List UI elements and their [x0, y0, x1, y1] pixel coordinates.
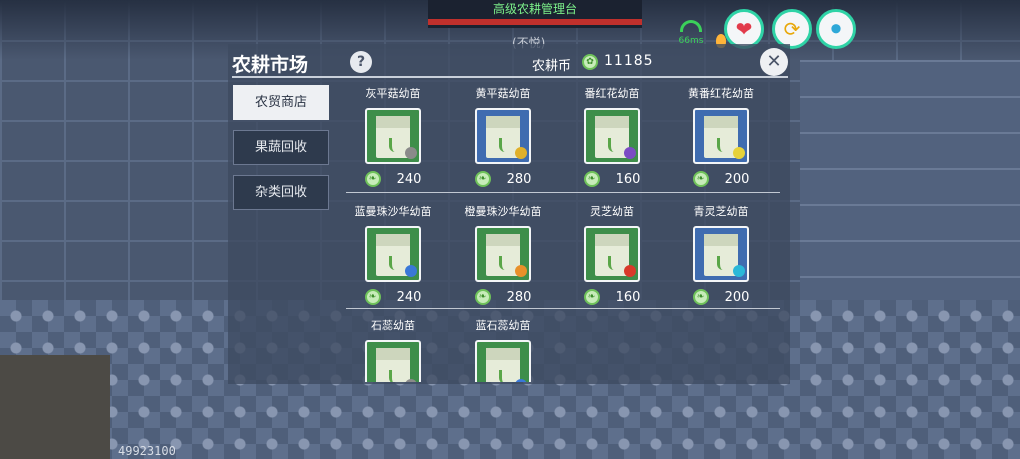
shop-item[interactable]: 灵芝幼苗 ❧ 160 [557, 204, 667, 306]
plant-badge-icon [405, 265, 417, 277]
seed-packet-icon[interactable] [365, 340, 421, 382]
shop-item[interactable]: 番红花幼苗 ❧ 160 [557, 86, 667, 188]
item-price: 160 [615, 289, 641, 305]
shop-item[interactable]: 石蕊幼苗 [338, 318, 448, 382]
sprout-icon [389, 256, 397, 270]
shop-item[interactable]: 灰平菇幼苗 ❧ 240 [338, 86, 448, 188]
panel-title: 农耕市场 [232, 54, 309, 76]
sprout-icon [608, 138, 616, 152]
item-name: 石蕊幼苗 [371, 319, 415, 332]
shop-item[interactable]: 青灵芝幼苗 ❧ 200 [666, 204, 776, 306]
shop-item[interactable]: 蓝石蕊幼苗 [448, 318, 558, 382]
item-name: 青灵芝幼苗 [693, 205, 749, 218]
background-block [0, 355, 110, 459]
plant-badge-icon [515, 265, 527, 277]
plant-badge-icon [405, 379, 417, 382]
price-row: ❧ 240 [338, 170, 448, 188]
seed-packet-icon[interactable] [475, 108, 531, 164]
seed-packet-icon[interactable] [693, 226, 749, 282]
debug-id-text: 49923100 [118, 444, 176, 458]
item-name: 橙曼珠沙华幼苗 [464, 205, 542, 218]
tab-misc-recycle[interactable]: 杂类回收 [233, 175, 329, 210]
sprout-icon [389, 138, 397, 152]
plant-badge-icon [405, 147, 417, 159]
coin-icon: ❧ [474, 289, 491, 305]
plant-badge-icon [624, 265, 636, 277]
sprout-icon [499, 138, 507, 152]
help-button[interactable]: ? [350, 51, 372, 73]
seed-packet-icon[interactable] [584, 108, 640, 164]
item-price: 280 [506, 171, 532, 187]
sprout-icon [499, 256, 507, 270]
coin-icon: ❧ [692, 171, 709, 187]
seed-packet-icon[interactable] [693, 108, 749, 164]
target-health-bar [428, 19, 642, 25]
row-divider [346, 308, 780, 309]
plant-badge-icon [515, 379, 527, 382]
item-name: 蓝曼珠沙华幼苗 [354, 205, 432, 218]
coin-icon: ❧ [474, 171, 491, 187]
thirst-drop-icon[interactable]: ⚫ [816, 9, 856, 49]
price-row: ❧ 160 [557, 170, 667, 188]
price-row: ❧ 200 [666, 170, 776, 188]
plant-badge-icon [733, 147, 745, 159]
sprout-icon [717, 138, 725, 152]
plant-badge-icon [733, 265, 745, 277]
item-price: 200 [724, 171, 750, 187]
shop-item[interactable]: 蓝曼珠沙华幼苗 ❧ 240 [338, 204, 448, 306]
sprout-icon [717, 256, 725, 270]
item-price: 160 [615, 171, 641, 187]
price-row: ❧ 280 [448, 170, 558, 188]
packet-shape [376, 348, 410, 382]
item-price: 240 [396, 289, 422, 305]
seed-packet-icon[interactable] [365, 226, 421, 282]
coin-icon: ❧ [692, 289, 709, 305]
price-row: ❧ 200 [666, 288, 776, 306]
seed-packet-icon[interactable] [584, 226, 640, 282]
shop-item[interactable]: 橙曼珠沙华幼苗 ❧ 280 [448, 204, 558, 306]
item-name: 黄平菇幼苗 [475, 87, 531, 100]
item-name: 蓝石蕊幼苗 [475, 319, 531, 332]
price-row: ❧ 280 [448, 288, 558, 306]
tab-farm-shop[interactable]: 农贸商店 [233, 85, 329, 120]
coin-balance: 11185 [604, 53, 654, 69]
item-price: 200 [724, 289, 750, 305]
seed-packet-icon[interactable] [365, 108, 421, 164]
item-name: 灰平菇幼苗 [365, 87, 421, 100]
price-row: ❧ 240 [338, 288, 448, 306]
item-price: 280 [506, 289, 532, 305]
coin-label: 农耕币 [532, 59, 572, 74]
plant-badge-icon [624, 147, 636, 159]
packet-shape [486, 348, 520, 382]
coin-icon: ✿ [582, 54, 598, 70]
item-grid: 灰平菇幼苗 ❧ 240 黄平菇幼苗 ❧ 280 番红花幼苗 ❧ 160 黄番红花幼苗 ❧ 200 蓝曼珠… [338, 84, 788, 382]
close-button[interactable]: ✕ [760, 48, 788, 76]
target-info-bar: 高级农耕管理台 [428, 0, 642, 28]
tab-produce-recycle[interactable]: 果蔬回收 [233, 130, 329, 165]
seed-packet-icon[interactable] [475, 340, 531, 382]
sprout-icon [608, 256, 616, 270]
coin-icon: ❧ [583, 171, 600, 187]
target-title: 高级农耕管理台 [492, 2, 577, 16]
hunger-icon[interactable]: ⟳ [772, 9, 812, 49]
panel-header: 农耕市场 ? 农耕币 ✿ 11185 ✕ [232, 48, 788, 78]
item-name: 黄番红花幼苗 [688, 87, 754, 100]
coin-icon: ❧ [364, 171, 381, 187]
seed-packet-icon[interactable] [475, 226, 531, 282]
price-row: ❧ 160 [557, 288, 667, 306]
shop-item[interactable]: 黄番红花幼苗 ❧ 200 [666, 86, 776, 188]
background-pillar [800, 60, 1020, 320]
item-name: 番红花幼苗 [584, 87, 640, 100]
item-name: 灵芝幼苗 [590, 205, 634, 218]
sprout-icon [499, 370, 507, 382]
sprout-icon [389, 370, 397, 382]
health-heart-icon[interactable]: ❤ [724, 9, 764, 49]
plant-badge-icon [515, 147, 527, 159]
coin-icon: ❧ [364, 289, 381, 305]
row-divider [346, 192, 780, 193]
shop-item[interactable]: 黄平菇幼苗 ❧ 280 [448, 86, 558, 188]
coin-icon: ❧ [583, 289, 600, 305]
wifi-icon [680, 20, 702, 32]
item-price: 240 [396, 171, 422, 187]
